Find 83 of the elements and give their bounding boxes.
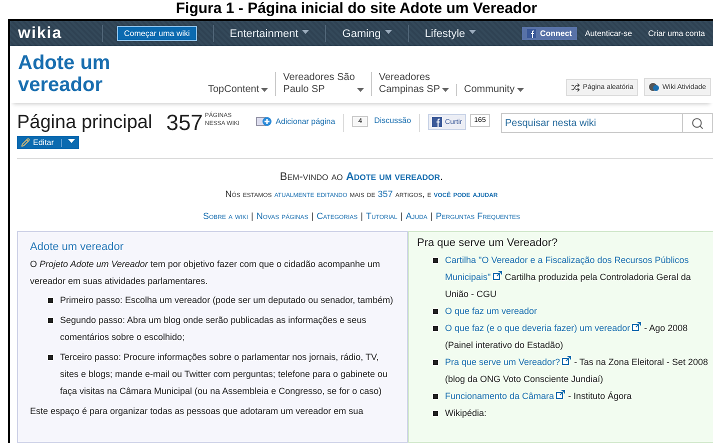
category-menu[interactable]: Gaming bbox=[334, 28, 400, 40]
welcome-link[interactable]: você pode ajudar bbox=[434, 189, 498, 199]
bullet-icon bbox=[433, 258, 438, 263]
step-text: Primeiro passo: Escolha um vereador (pode ser um deputado ou senador, também) bbox=[60, 295, 394, 305]
account-link[interactable]: Autenticar-se bbox=[576, 29, 640, 38]
facebook-icon bbox=[526, 29, 536, 38]
resource-link[interactable]: Municipais" bbox=[445, 272, 491, 282]
wiki-title[interactable]: Adote um vereador bbox=[18, 52, 138, 96]
intro-text: O Projeto Adote um Vereador tem por objetivo fazer com que o cidadão acompanhe um vereador em suas atividades parlamentares. bbox=[30, 258, 382, 288]
outro-text: Este espaço é para organizar todas as pessoas que adotaram um vereador em sua bbox=[30, 405, 364, 418]
add-page-link[interactable]: Adicionar página bbox=[256, 116, 336, 127]
caret-icon bbox=[469, 30, 476, 34]
facebook-icon bbox=[432, 117, 442, 127]
figure-caption: Figura 1 - Página inicial do site Adote um Vereador bbox=[174, 0, 538, 19]
welcome-link[interactable]: Adote um vereador bbox=[346, 171, 440, 183]
separator: | bbox=[360, 211, 363, 221]
caret-icon bbox=[356, 88, 364, 93]
resource-item: Cartilha "O Vereador e a Fiscalização dos Recursos Públicos Municipais" Cartilha produzida pela Controladoria Geral da União - CGU bbox=[445, 255, 691, 299]
bullet-icon bbox=[48, 298, 53, 303]
external-link-icon bbox=[556, 390, 566, 399]
step-text: Terceiro passo: Procure informações sobre o parlamentar nos jornais, rádio, TV, sites e blogs; mande e-mail ou Twitter com perguntas; telefone para o gabinete ou faça visitas na Câmara Municipal (ou na Assembleia e Congresso, se for o caso) bbox=[60, 352, 388, 396]
resource-link[interactable]: O que faz (e o que deveria fazer) um vereador bbox=[445, 323, 630, 333]
welcome-link[interactable]: atualmente editando bbox=[274, 189, 348, 199]
resource-link[interactable]: Funcionamento da Câmara bbox=[445, 391, 554, 401]
bullet-icon bbox=[48, 318, 53, 323]
separator: | bbox=[400, 211, 403, 221]
wikia-logo[interactable]: wikia bbox=[18, 24, 94, 42]
wiki-nav-menu[interactable]: Vereadores Campinas SP bbox=[370, 72, 456, 96]
wiki-nav-menu[interactable]: Community bbox=[456, 84, 531, 96]
start-wiki-button[interactable]: Começar uma wiki bbox=[117, 26, 197, 41]
bullet-icon bbox=[433, 309, 438, 314]
welcome-text: Bem-vindo ao Adote um vereador. bbox=[278, 170, 444, 185]
external-link-icon bbox=[562, 356, 572, 365]
resource-item: Wikipédia: bbox=[445, 408, 487, 418]
quick-link[interactable]: Categorias bbox=[316, 211, 358, 221]
category-menu[interactable]: Entertainment bbox=[222, 28, 318, 40]
facebook-connect-button[interactable]: Connect bbox=[522, 27, 577, 40]
add-page-icon bbox=[256, 116, 272, 127]
resource-link[interactable]: Cartilha "O Vereador e a Fiscalização dos Recursos Públicos bbox=[445, 255, 689, 265]
resource-link[interactable]: Pra que serve um Vereador? bbox=[445, 357, 560, 367]
caret-icon bbox=[261, 88, 268, 93]
bullet-icon bbox=[48, 355, 53, 360]
page-count: 357 bbox=[166, 112, 203, 134]
caret-icon bbox=[68, 138, 75, 144]
search-icon[interactable] bbox=[691, 116, 704, 130]
caret-icon bbox=[442, 88, 450, 93]
panel-title: Pra que serve um Vereador? bbox=[417, 237, 559, 249]
step-text: Segundo passo: Abra um blog onde serão publicadas as informações e seus comentários sobre o escolhido; bbox=[60, 315, 366, 342]
caret-icon bbox=[302, 30, 310, 34]
bullet-icon bbox=[433, 411, 438, 416]
pencil-icon bbox=[21, 138, 30, 147]
bullet-icon bbox=[433, 326, 438, 331]
separator: | bbox=[430, 211, 433, 221]
external-link-icon bbox=[492, 271, 502, 280]
wiki-nav-menu[interactable]: Vereadores São Paulo SP bbox=[275, 72, 371, 96]
separator: | bbox=[251, 211, 254, 221]
edit-button[interactable]: Editar bbox=[17, 136, 79, 149]
wiki-nav-menu[interactable]: TopContent bbox=[201, 84, 276, 96]
resource-item: Funcionamento da Câmara - Instituto Ágora bbox=[445, 391, 632, 401]
quick-link[interactable]: Perguntas Frequentes bbox=[436, 211, 520, 221]
resource-item: Pra que serve um Vereador? - Tas na Zona Eleitoral - Set 2008 (blog da ONG Voto Consciente Jundiaí) bbox=[445, 357, 708, 384]
quick-link[interactable]: Ajuda bbox=[406, 211, 428, 221]
category-menu[interactable]: Lifestyle bbox=[416, 28, 484, 40]
search-field[interactable]: Pesquisar nesta wiki bbox=[501, 113, 713, 133]
bullet-icon bbox=[433, 394, 438, 399]
panel-title: Adote um vereador bbox=[30, 241, 125, 253]
shuffle-icon bbox=[570, 83, 580, 92]
welcome-link[interactable]: 357 bbox=[378, 189, 393, 199]
activity-icon bbox=[649, 82, 660, 92]
caret-icon bbox=[516, 88, 524, 93]
separator: | bbox=[311, 211, 314, 221]
account-link[interactable]: Criar uma conta bbox=[640, 29, 713, 38]
quick-link[interactable]: Tutorial bbox=[366, 211, 398, 221]
page-title: Página principal bbox=[17, 112, 152, 134]
discussion-link[interactable]: Discussão bbox=[374, 116, 412, 125]
quick-link[interactable]: Novas páginas bbox=[256, 211, 308, 221]
caret-icon bbox=[384, 30, 392, 34]
bullet-icon bbox=[433, 360, 438, 365]
quick-link[interactable]: Sobre a wiki bbox=[202, 211, 248, 221]
welcome-text: Nós estamos atualmente editando mais de 357 artigos, e você pode ajudar bbox=[224, 188, 499, 201]
external-link-icon bbox=[632, 322, 642, 331]
resource-item: O que faz (e o que deveria fazer) um vereador - Ago 2008 (Painel interativo do Estadão) bbox=[445, 323, 688, 350]
resource-link[interactable]: O que faz um vereador bbox=[445, 306, 538, 316]
